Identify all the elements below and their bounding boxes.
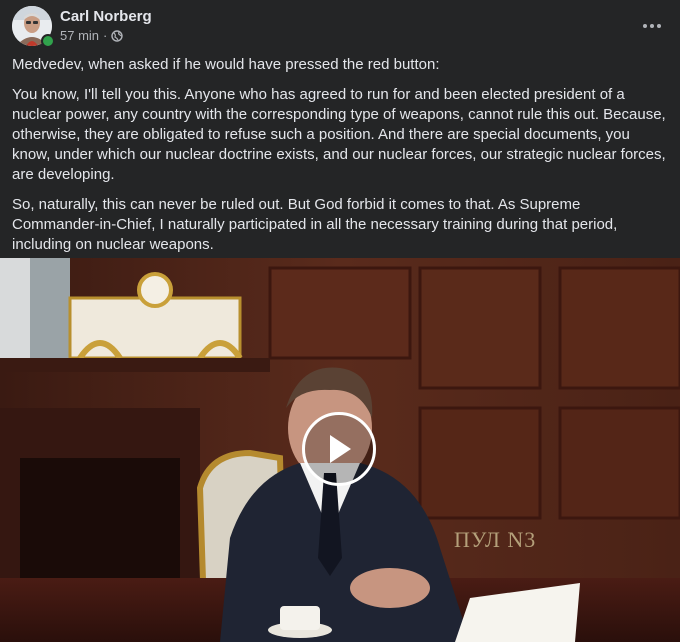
post-paragraph: You know, I'll tell you this. Anyone who… xyxy=(12,86,666,183)
more-horizontal-icon xyxy=(643,24,661,28)
post-paragraph: So, naturally, this can never be ruled o… xyxy=(12,196,618,253)
author-name[interactable]: Carl Norberg xyxy=(60,8,152,25)
video-watermark: ПУЛ N3 xyxy=(454,527,537,552)
globe-icon[interactable] xyxy=(111,29,124,42)
online-status-indicator xyxy=(41,34,55,48)
post-card: Carl Norberg 57 min · Medvedev, when ask… xyxy=(0,0,680,642)
post-meta: 57 min · xyxy=(60,28,124,43)
post-header: Carl Norberg 57 min · xyxy=(12,6,668,50)
meta-separator: · xyxy=(103,28,108,43)
post-time[interactable]: 57 min xyxy=(60,28,99,43)
post-text: Medvedev, when asked if he would have pr… xyxy=(12,55,666,265)
post-paragraph: Medvedev, when asked if he would have pr… xyxy=(12,56,440,73)
play-button[interactable] xyxy=(302,412,376,486)
play-icon xyxy=(330,435,351,463)
more-options-button[interactable] xyxy=(636,10,668,42)
